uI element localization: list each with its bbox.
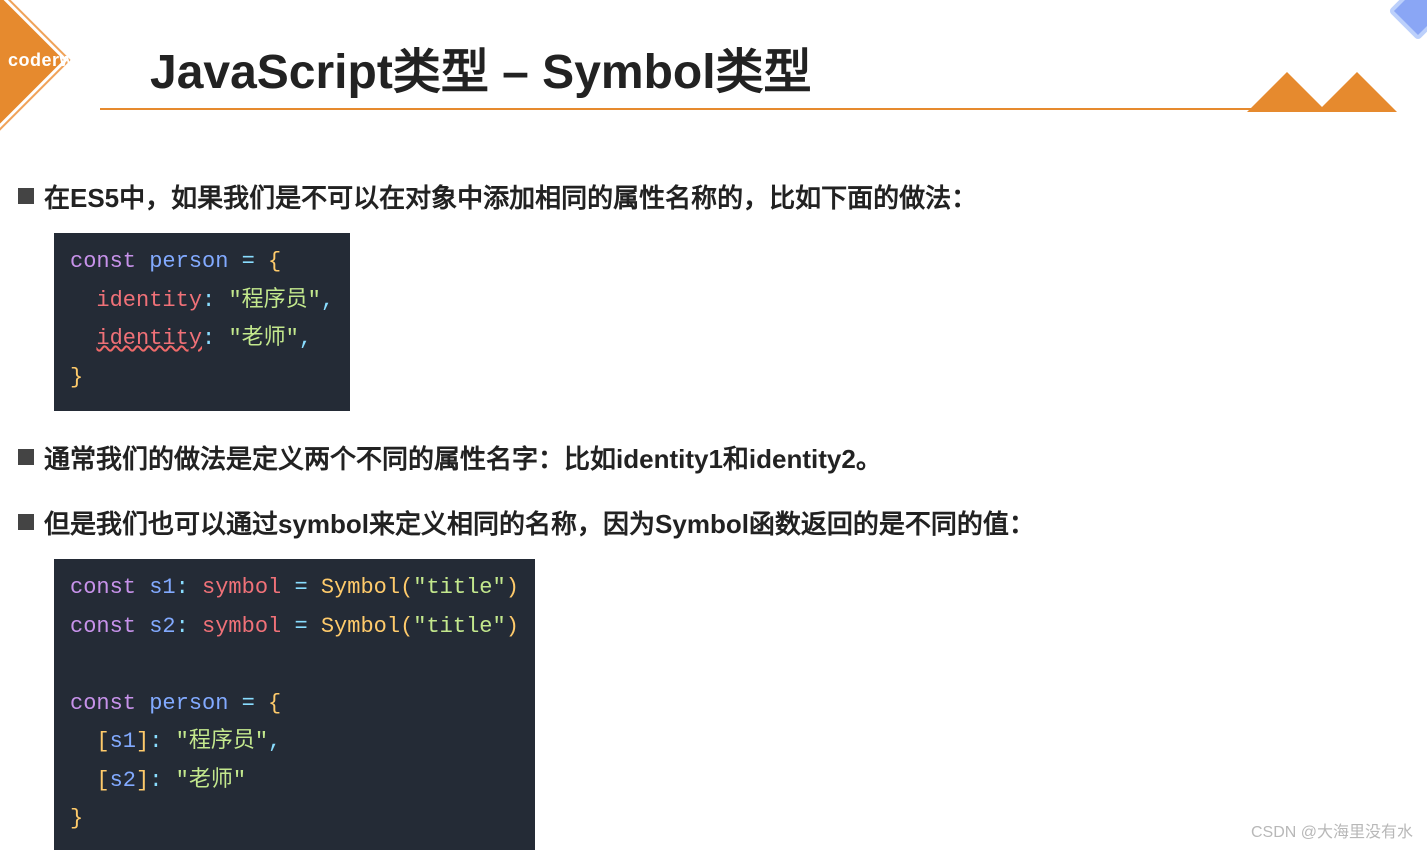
token-string: "程序员" [228,288,320,313]
token-colon: : [176,575,202,600]
bullet-2: 通常我们的做法是定义两个不同的属性名字：比如identity1和identity… [18,439,1397,476]
token-operator: = [228,249,268,274]
indent-dot [70,288,96,313]
bullet-3-text: 但是我们也可以通过symbol来定义相同的名称，因为Symbol函数返回的是不同… [44,504,1035,541]
token-string: "程序员" [176,729,268,754]
code-block-2: const s1: symbol = Symbol("title") const… [54,559,535,850]
indent-dot [70,326,96,351]
watermark: CSDN @大海里没有水 [1251,818,1413,842]
title-underline [100,108,1370,110]
token-operator: = [281,614,321,639]
logo-text: coderwhy [8,50,96,71]
token-comma: , [299,326,312,351]
token-bracket: [ [96,768,109,793]
token-paren: ) [506,614,519,639]
token-keyword: const [70,691,136,716]
token-keyword: const [70,575,136,600]
token-brace: { [268,249,281,274]
token-var: person [149,249,228,274]
decor-wave-icon [1317,72,1397,112]
token-brace: { [268,691,281,716]
bullet-square-icon [18,514,34,530]
token-comma: , [268,729,281,754]
token-function: Symbol [321,575,400,600]
token-operator: = [228,691,268,716]
token-type: symbol [202,614,281,639]
bullet-2-text: 通常我们的做法是定义两个不同的属性名字：比如identity1和identity… [44,439,882,476]
token-var: s1 [110,729,136,754]
token-bracket: ] [136,729,149,754]
token-keyword: const [70,249,136,274]
bullet-1: 在ES5中，如果我们是不可以在对象中添加相同的属性名称的，比如下面的做法： [18,178,1397,215]
bullet-3: 但是我们也可以通过symbol来定义相同的名称，因为Symbol函数返回的是不同… [18,504,1397,541]
decor-cube-icon [1388,0,1427,41]
token-property-error: identity [96,326,202,351]
token-string: "title" [413,614,505,639]
token-brace: } [70,806,83,831]
token-string: "老师" [176,768,246,793]
page-title: JavaScript类型 – Symbol类型 [150,32,812,102]
token-type: symbol [202,575,281,600]
token-bracket: ] [136,768,149,793]
token-string: "老师" [228,326,298,351]
bullet-square-icon [18,449,34,465]
token-colon: : [176,614,202,639]
token-colon: : [149,729,175,754]
bullet-1-text: 在ES5中，如果我们是不可以在对象中添加相同的属性名称的，比如下面的做法： [44,178,977,215]
token-paren: ) [506,575,519,600]
token-paren: ( [400,614,413,639]
token-function: Symbol [321,614,400,639]
token-colon: : [202,326,228,351]
token-brace: } [70,365,83,390]
body-content: 在ES5中，如果我们是不可以在对象中添加相同的属性名称的，比如下面的做法： co… [18,150,1397,850]
bullet-square-icon [18,188,34,204]
token-var: person [149,691,228,716]
token-string: "title" [413,575,505,600]
token-operator: = [281,575,321,600]
token-bracket: [ [96,729,109,754]
code-block-1: const person = { identity: "程序员", identi… [54,233,350,411]
token-var: s2 [149,614,175,639]
token-var: s2 [110,768,136,793]
slide-root: coderwhy JavaScript类型 – Symbol类型 在ES5中，如… [0,0,1427,850]
token-var: s1 [149,575,175,600]
decor-wave-icon [1247,72,1327,112]
token-colon: : [149,768,175,793]
token-property: identity [96,288,202,313]
token-paren: ( [400,575,413,600]
token-comma: , [321,288,334,313]
token-colon: : [202,288,228,313]
token-keyword: const [70,614,136,639]
